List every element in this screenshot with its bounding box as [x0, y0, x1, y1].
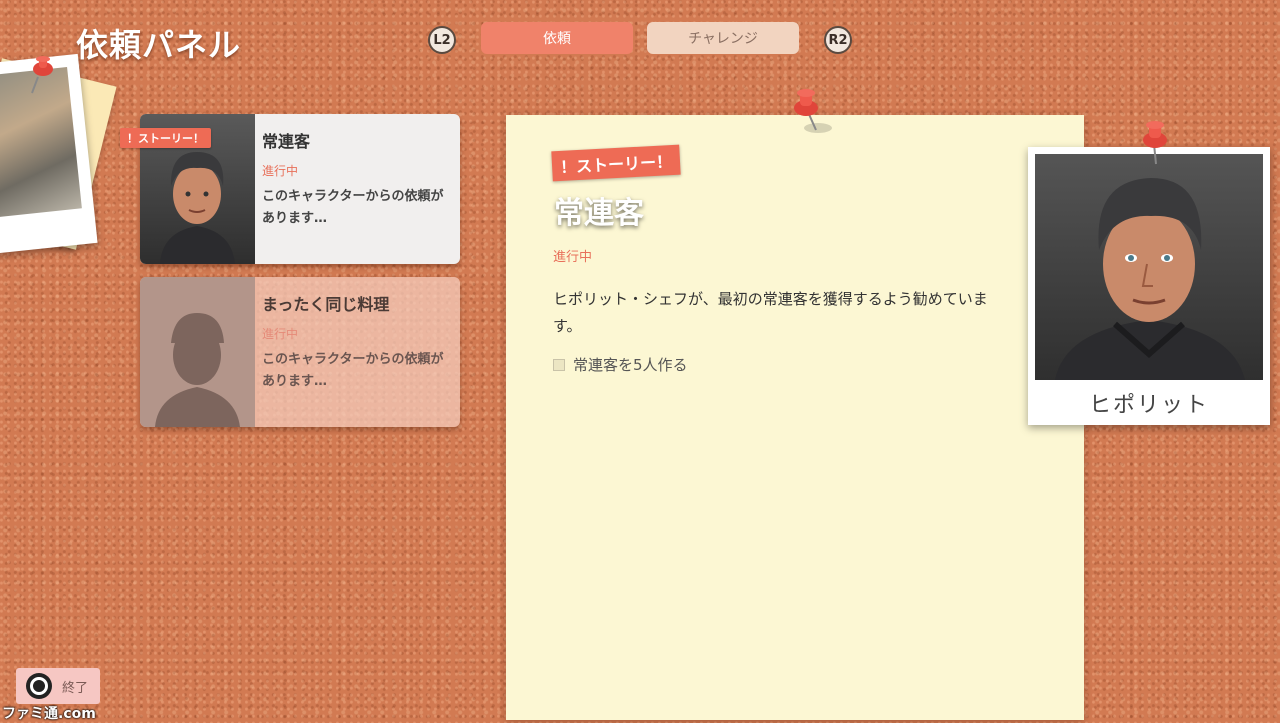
objective-item: 常連客を5人作る [553, 354, 688, 375]
card-status: 進行中 [262, 327, 299, 341]
card-description: このキャラクターからの依頼があります… [262, 352, 444, 389]
exit-label: 終了 [62, 680, 89, 696]
watermark: ファミ通.com [2, 706, 96, 722]
card-title: まったく同じ料理 [262, 295, 390, 314]
pushpin-icon [1143, 121, 1167, 165]
tab-requests[interactable]: 依頼 [481, 22, 633, 54]
circle-button-icon [26, 673, 52, 699]
pushpin-icon [31, 56, 53, 94]
tab-challenge[interactable]: チャレンジ [647, 22, 799, 54]
detail-description: ヒポリット・シェフが、最初の常連客を獲得するよう勧めています。 [553, 290, 988, 335]
detail-status: 進行中 [553, 250, 593, 265]
character-polaroid: ヒポリット [1028, 147, 1270, 425]
character-portrait-large [1035, 154, 1263, 380]
checkbox-icon [553, 358, 565, 371]
card-status: 進行中 [262, 164, 299, 178]
page-title: 依頼パネル [76, 26, 242, 64]
card-title: 常連客 [262, 132, 311, 151]
story-badge: ！ストーリー！ [120, 128, 211, 148]
card-description: このキャラクターからの依頼があります… [262, 189, 444, 226]
exit-button[interactable]: 終了 [16, 668, 100, 704]
l2-button-icon[interactable]: L2 [428, 26, 456, 54]
detail-title: 常連客 [554, 196, 644, 231]
pushpin-icon [794, 89, 832, 133]
objective-label: 常連客を5人作る [573, 356, 688, 374]
character-name: ヒポリット [1088, 393, 1209, 418]
r2-button-icon[interactable]: R2 [824, 26, 852, 54]
silhouette-portrait [140, 277, 255, 427]
request-card-same-dish[interactable]: まったく同じ料理 進行中 このキャラクターからの依頼があります… [140, 277, 460, 427]
